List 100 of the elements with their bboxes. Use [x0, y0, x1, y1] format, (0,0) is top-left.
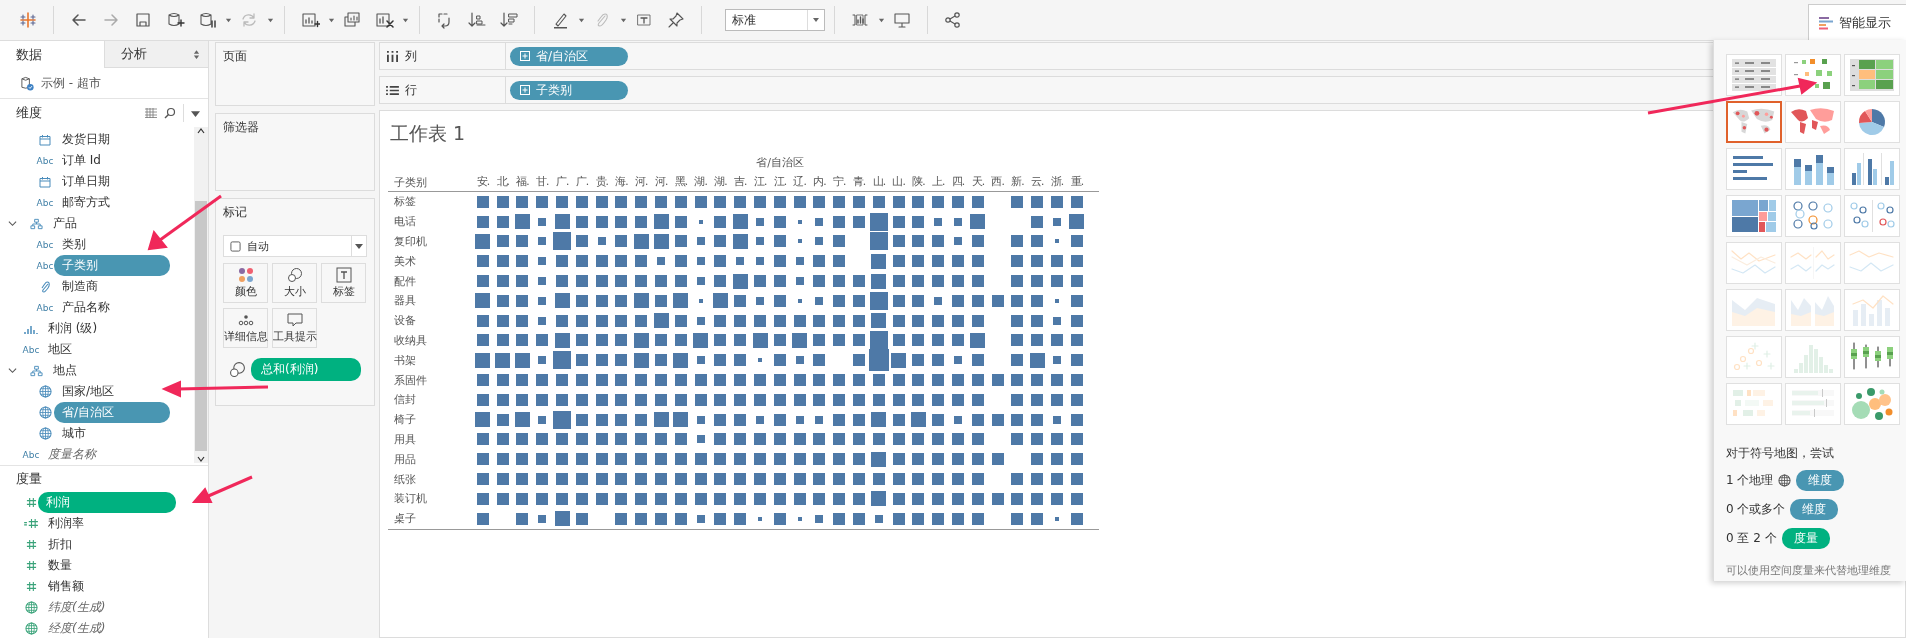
size-button[interactable]: 大小	[272, 263, 317, 303]
logo-icon[interactable]	[18, 10, 38, 30]
field-item[interactable]: 度量名称	[48, 445, 96, 464]
column-header: 青.	[851, 175, 867, 189]
field-item[interactable]: 折扣	[48, 535, 72, 554]
treemap-thumbnail[interactable]	[1726, 195, 1782, 237]
caret-icon[interactable]	[577, 16, 585, 24]
column-header: 内.	[812, 175, 827, 189]
stacked-bar-thumbnail[interactable]	[1785, 148, 1841, 190]
search-icon[interactable]	[164, 107, 176, 119]
detail-button[interactable]: 详细信息	[223, 308, 268, 348]
database-icon	[20, 75, 35, 91]
caret-icon[interactable]	[224, 16, 232, 24]
caret-icon[interactable]	[327, 16, 335, 24]
type-label: Abc	[36, 260, 54, 271]
split-line-chart-thumbnail[interactable]	[1785, 242, 1841, 284]
mark-type-dropdown[interactable]: 自动	[223, 235, 367, 257]
caret-icon[interactable]	[401, 16, 409, 24]
column-header: 海.	[614, 175, 629, 189]
scatter-plot-thumbnail[interactable]	[1726, 336, 1782, 378]
requirement-pill: 维度	[1796, 470, 1845, 491]
save-icon[interactable]	[133, 10, 153, 30]
requirement-pill: 度量	[1781, 528, 1830, 549]
field-item[interactable]: 订单日期	[62, 172, 110, 191]
split-area-chart-thumbnail[interactable]	[1785, 289, 1841, 331]
list-view-icon[interactable]	[145, 108, 157, 118]
column-header: 山.	[871, 175, 886, 189]
pin-icon[interactable]	[666, 10, 686, 30]
requirement-text: 0 至 2 个	[1726, 530, 1777, 547]
clear-sheet-icon[interactable]	[374, 10, 394, 30]
field-item[interactable]: 订单 Id	[62, 151, 101, 170]
filled-map-thumbnail[interactable]	[1785, 101, 1841, 143]
line-chart-thumbnail[interactable]	[1726, 242, 1782, 284]
plus-box-icon[interactable]	[520, 85, 530, 95]
row-label: 用品	[393, 451, 417, 467]
view-size-dropdown[interactable]: 标准	[725, 9, 825, 31]
label-button[interactable]: 标签	[321, 263, 366, 303]
side-by-side-bar-thumbnail[interactable]	[1844, 148, 1900, 190]
text-table-thumbnail[interactable]	[1726, 54, 1782, 96]
field-item[interactable]: 城市	[62, 424, 86, 443]
circle-view-thumbnail[interactable]	[1785, 195, 1841, 237]
box-plot-thumbnail[interactable]	[1844, 336, 1900, 378]
worksheet-title: 工作表 1	[390, 121, 466, 146]
scrollbar[interactable]	[194, 127, 208, 463]
share-icon[interactable]	[943, 10, 963, 30]
field-item[interactable]: 纬度(生成)	[48, 598, 106, 617]
chevron-down-icon[interactable]	[8, 366, 17, 375]
field-item[interactable]: 邮寄方式	[62, 193, 110, 212]
dual-line-chart-thumbnail[interactable]	[1844, 242, 1900, 284]
bar-line-chart-thumbnail[interactable]	[1844, 289, 1900, 331]
field-item[interactable]: 国家/地区	[62, 382, 115, 401]
side-by-side-circle-thumbnail[interactable]	[1844, 195, 1900, 237]
plus-box-icon[interactable]	[520, 51, 530, 61]
caret-icon[interactable]	[266, 16, 274, 24]
scroll-up-icon[interactable]	[196, 127, 206, 135]
field-item[interactable]: 数量	[48, 556, 72, 575]
color-button[interactable]: 颜色	[223, 263, 268, 303]
tooltip-button[interactable]: 工具提示	[272, 308, 317, 348]
dropdown-caret[interactable]	[191, 108, 200, 118]
duplicate-icon[interactable]	[342, 10, 362, 30]
show-me-tab[interactable]: 智能显示	[1808, 4, 1906, 40]
new-worksheet-icon[interactable]	[300, 10, 320, 30]
calendar-icon	[39, 133, 51, 146]
data-source-name[interactable]: 示例 - 超市	[41, 74, 101, 92]
pane-tab[interactable]: 分析	[103, 41, 208, 68]
heat-map-thumbnail[interactable]	[1785, 54, 1841, 96]
field-item[interactable]: 类别	[62, 235, 86, 254]
horizontal-bar-thumbnail[interactable]	[1726, 148, 1782, 190]
field-item[interactable]: 地区	[48, 340, 72, 359]
symbol-map-thumbnail[interactable]	[1726, 101, 1782, 143]
scroll-down-icon[interactable]	[196, 455, 206, 463]
field-item[interactable]: 地点	[53, 361, 77, 380]
field-item[interactable]: 产品名称	[62, 298, 110, 317]
bullet-chart-thumbnail[interactable]	[1785, 383, 1841, 425]
field-item[interactable]: 制造商	[62, 277, 98, 296]
field-item[interactable]: 利润 (级)	[48, 319, 98, 338]
field-item[interactable]: 发货日期	[62, 130, 110, 149]
pie-chart-thumbnail[interactable]	[1844, 101, 1900, 143]
field-item[interactable]: 销售额	[48, 577, 84, 596]
caret-icon[interactable]	[812, 16, 820, 24]
caret-icon[interactable]	[877, 16, 885, 24]
requirement-pill: 维度	[1790, 499, 1839, 520]
pause-updates-icon[interactable]	[197, 10, 217, 30]
row-label: 电话	[393, 214, 417, 230]
gantt-chart-thumbnail[interactable]	[1726, 383, 1782, 425]
chevron-down-icon[interactable]	[8, 219, 17, 228]
field-item[interactable]: 产品	[53, 214, 77, 233]
caret-icon[interactable]	[355, 242, 363, 250]
highlight-table-thumbnail[interactable]	[1844, 54, 1900, 96]
presentation-icon[interactable]	[892, 10, 912, 30]
type-label: Abc	[36, 239, 54, 250]
field-item[interactable]: 经度(生成)	[48, 619, 106, 638]
area-chart-thumbnail[interactable]	[1726, 289, 1782, 331]
caret-icon[interactable]	[619, 16, 627, 24]
field-item[interactable]: 利润率	[48, 514, 84, 533]
shelf-label: 行	[405, 81, 417, 99]
new-data-source-icon[interactable]	[165, 10, 185, 30]
bubble-chart-thumbnail[interactable]	[1844, 383, 1900, 425]
histogram-thumbnail[interactable]	[1785, 336, 1841, 378]
sort-arrows-icon[interactable]	[193, 49, 200, 60]
